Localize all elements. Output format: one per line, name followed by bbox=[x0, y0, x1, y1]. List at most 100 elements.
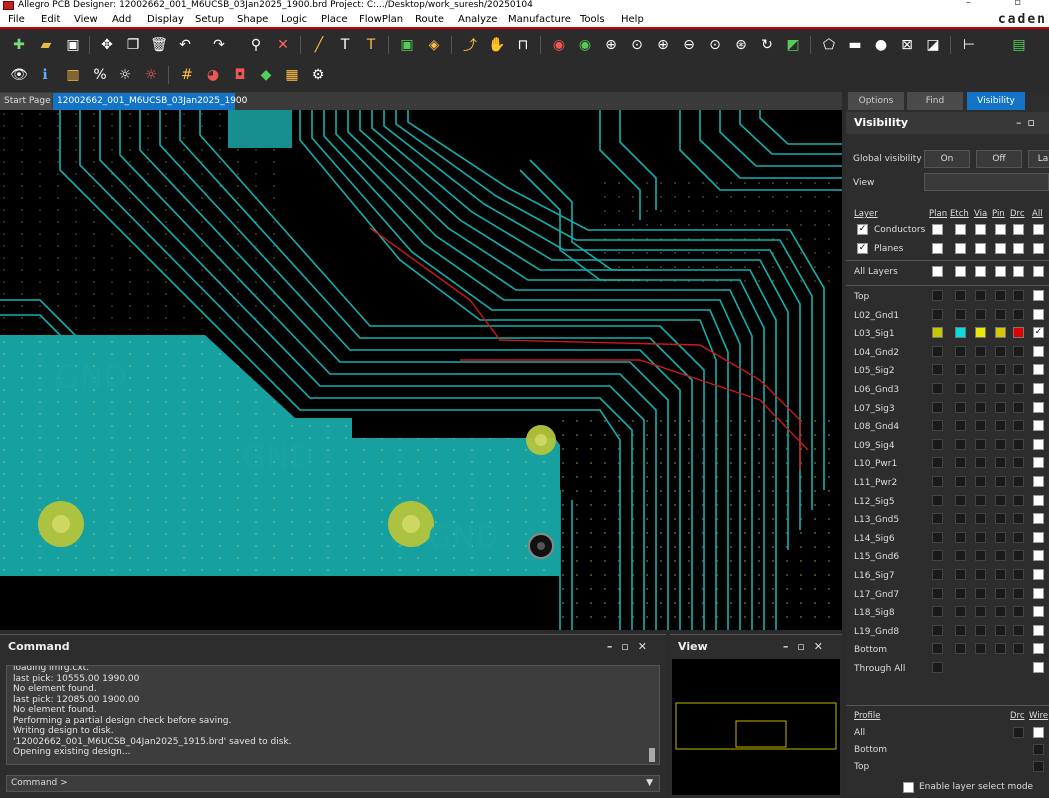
zoom-in-icon[interactable]: ⊕ bbox=[652, 34, 674, 56]
menu-manufacture[interactable]: Manufacture bbox=[508, 12, 571, 28]
color-icon[interactable]: ◕ bbox=[202, 64, 224, 86]
layer-etch-checkbox[interactable] bbox=[955, 290, 966, 301]
menu-edit[interactable]: Edit bbox=[41, 12, 60, 28]
layer-plan-checkbox[interactable] bbox=[932, 513, 943, 525]
layer-plan-checkbox[interactable] bbox=[932, 401, 943, 413]
layer-pin-checkbox[interactable] bbox=[995, 643, 1006, 655]
conductors-via-checkbox[interactable] bbox=[975, 224, 986, 235]
all-layers-via-checkbox[interactable] bbox=[975, 266, 986, 277]
conductors-drc-checkbox[interactable] bbox=[1013, 224, 1024, 235]
layer-drc-checkbox[interactable] bbox=[1013, 624, 1024, 636]
view-select[interactable] bbox=[924, 173, 1049, 191]
command-input[interactable]: Command > ▼ bbox=[6, 775, 660, 792]
layer-drc-checkbox[interactable] bbox=[1013, 494, 1024, 506]
layer-drc-checkbox[interactable] bbox=[1013, 290, 1024, 301]
chip-icon[interactable]: ◈ bbox=[423, 34, 445, 56]
layer-all-checkbox[interactable] bbox=[1033, 364, 1044, 376]
layer-pin-checkbox[interactable] bbox=[995, 401, 1006, 413]
layer-pin-checkbox[interactable] bbox=[995, 420, 1006, 432]
manufacture-icon[interactable]: ▤ bbox=[1008, 34, 1030, 56]
edit-text-icon[interactable]: T bbox=[360, 34, 382, 56]
layer-etch-checkbox[interactable] bbox=[955, 494, 966, 506]
all-layers-drc-checkbox[interactable] bbox=[1013, 266, 1024, 277]
layer-via-checkbox[interactable] bbox=[975, 345, 986, 357]
layer-via-checkbox[interactable] bbox=[975, 550, 986, 562]
layer-row[interactable]: L07_Sig3 bbox=[846, 401, 1049, 419]
layer-pin-checkbox[interactable] bbox=[995, 587, 1006, 599]
layer-drc-checkbox[interactable] bbox=[1013, 438, 1024, 450]
profile-drc-checkbox[interactable] bbox=[1013, 727, 1024, 738]
log-scrollbar[interactable] bbox=[649, 748, 655, 762]
shadow-icon[interactable]: ◘ bbox=[229, 64, 251, 86]
layer-via-checkbox[interactable] bbox=[975, 327, 986, 339]
layer-row[interactable]: L04_Gnd2 bbox=[846, 345, 1049, 363]
layer-drc-checkbox[interactable] bbox=[1013, 513, 1024, 525]
layer-drc-checkbox[interactable] bbox=[1013, 550, 1024, 562]
flip-icon[interactable]: ◩ bbox=[782, 34, 804, 56]
layer-drc-checkbox[interactable] bbox=[1013, 327, 1024, 339]
menu-help[interactable]: Help bbox=[621, 12, 644, 28]
layer-etch-checkbox[interactable] bbox=[955, 587, 966, 599]
layer-plan-checkbox[interactable] bbox=[932, 569, 943, 580]
layer-pin-checkbox[interactable] bbox=[995, 550, 1006, 562]
zoom-world-icon[interactable]: ⊙ bbox=[704, 34, 726, 56]
layer-row[interactable]: L05_Sig2 bbox=[846, 363, 1049, 381]
layer-plan-checkbox[interactable] bbox=[932, 587, 943, 599]
shape-edit-icon[interactable]: ▬ bbox=[844, 34, 866, 56]
redo-icon[interactable]: ↷ bbox=[208, 34, 230, 56]
layer-icon[interactable]: ⊢ bbox=[958, 34, 980, 56]
layer-plan-checkbox[interactable] bbox=[932, 643, 943, 655]
layer-row[interactable]: L10_Pwr1 bbox=[846, 456, 1049, 474]
visibility-eye-icon[interactable]: 👁 bbox=[8, 64, 30, 86]
pcb-canvas[interactable]: GND GND GND bbox=[0, 110, 842, 630]
copy-icon[interactable]: ❐ bbox=[122, 34, 144, 56]
layer-row[interactable]: L08_Gnd4 bbox=[846, 419, 1049, 437]
all-layers-plan-checkbox[interactable] bbox=[932, 266, 943, 277]
shape-icon[interactable]: ⬠ bbox=[818, 34, 840, 56]
layer-etch-checkbox[interactable] bbox=[955, 569, 966, 580]
zoom-fit-icon[interactable]: ⊙ bbox=[626, 34, 648, 56]
layer-all-checkbox[interactable] bbox=[1033, 550, 1044, 562]
layer-pin-checkbox[interactable] bbox=[995, 383, 1006, 394]
layers-stack-icon[interactable]: ◆ bbox=[255, 64, 277, 86]
layer-via-checkbox[interactable] bbox=[975, 383, 986, 394]
profile-row[interactable]: Top bbox=[846, 760, 1049, 778]
conductors-etch-checkbox[interactable] bbox=[955, 224, 966, 235]
layer-drc-checkbox[interactable] bbox=[1013, 401, 1024, 413]
menu-add[interactable]: Add bbox=[112, 12, 131, 28]
layer-etch-checkbox[interactable] bbox=[955, 476, 966, 487]
planes-etch-checkbox[interactable] bbox=[955, 243, 966, 254]
layer-drc-checkbox[interactable] bbox=[1013, 531, 1024, 543]
layer-via-checkbox[interactable] bbox=[975, 531, 986, 543]
tab-find[interactable]: Find bbox=[907, 92, 963, 110]
open-folder-icon[interactable]: ▰ bbox=[35, 34, 57, 56]
global-off-button[interactable]: Off bbox=[976, 150, 1022, 168]
layer-plan-checkbox[interactable] bbox=[932, 290, 943, 301]
profile-wire-checkbox[interactable] bbox=[1033, 727, 1044, 738]
tab-active-design[interactable]: 12002662_001_M6UCSB_03Jan2025_1900 bbox=[53, 93, 247, 110]
layer-all-checkbox[interactable] bbox=[1033, 624, 1044, 636]
layer-pin-checkbox[interactable] bbox=[995, 569, 1006, 580]
profile-row[interactable]: All bbox=[846, 726, 1049, 744]
pin-icon[interactable]: ⚲ bbox=[245, 34, 267, 56]
view-window-controls[interactable]: –▫✕ bbox=[783, 635, 832, 659]
layer-plan-checkbox[interactable] bbox=[932, 606, 943, 618]
layer-all-checkbox[interactable] bbox=[1033, 457, 1044, 469]
shape-merge-icon[interactable]: ⊠ bbox=[896, 34, 918, 56]
layer-etch-checkbox[interactable] bbox=[955, 383, 966, 394]
place-component-icon[interactable]: ▣ bbox=[396, 34, 418, 56]
global-last-button[interactable]: La bbox=[1028, 150, 1049, 168]
tab-options[interactable]: Options bbox=[848, 92, 904, 110]
layer-row[interactable]: L12_Sig5 bbox=[846, 494, 1049, 512]
layer-via-checkbox[interactable] bbox=[975, 569, 986, 580]
profile-wire-checkbox[interactable] bbox=[1033, 744, 1044, 755]
drc-icon[interactable]: ◉ bbox=[548, 34, 570, 56]
menu-file[interactable]: File bbox=[8, 12, 25, 28]
layer-pin-checkbox[interactable] bbox=[995, 345, 1006, 357]
menu-flowplan[interactable]: FlowPlan bbox=[359, 12, 403, 28]
all-layers-pin-checkbox[interactable] bbox=[995, 266, 1006, 277]
layer-etch-checkbox[interactable] bbox=[955, 531, 966, 543]
all-layers-etch-checkbox[interactable] bbox=[955, 266, 966, 277]
layer-row[interactable]: L19_Gnd8 bbox=[846, 624, 1049, 642]
layer-all-checkbox[interactable] bbox=[1033, 290, 1044, 301]
